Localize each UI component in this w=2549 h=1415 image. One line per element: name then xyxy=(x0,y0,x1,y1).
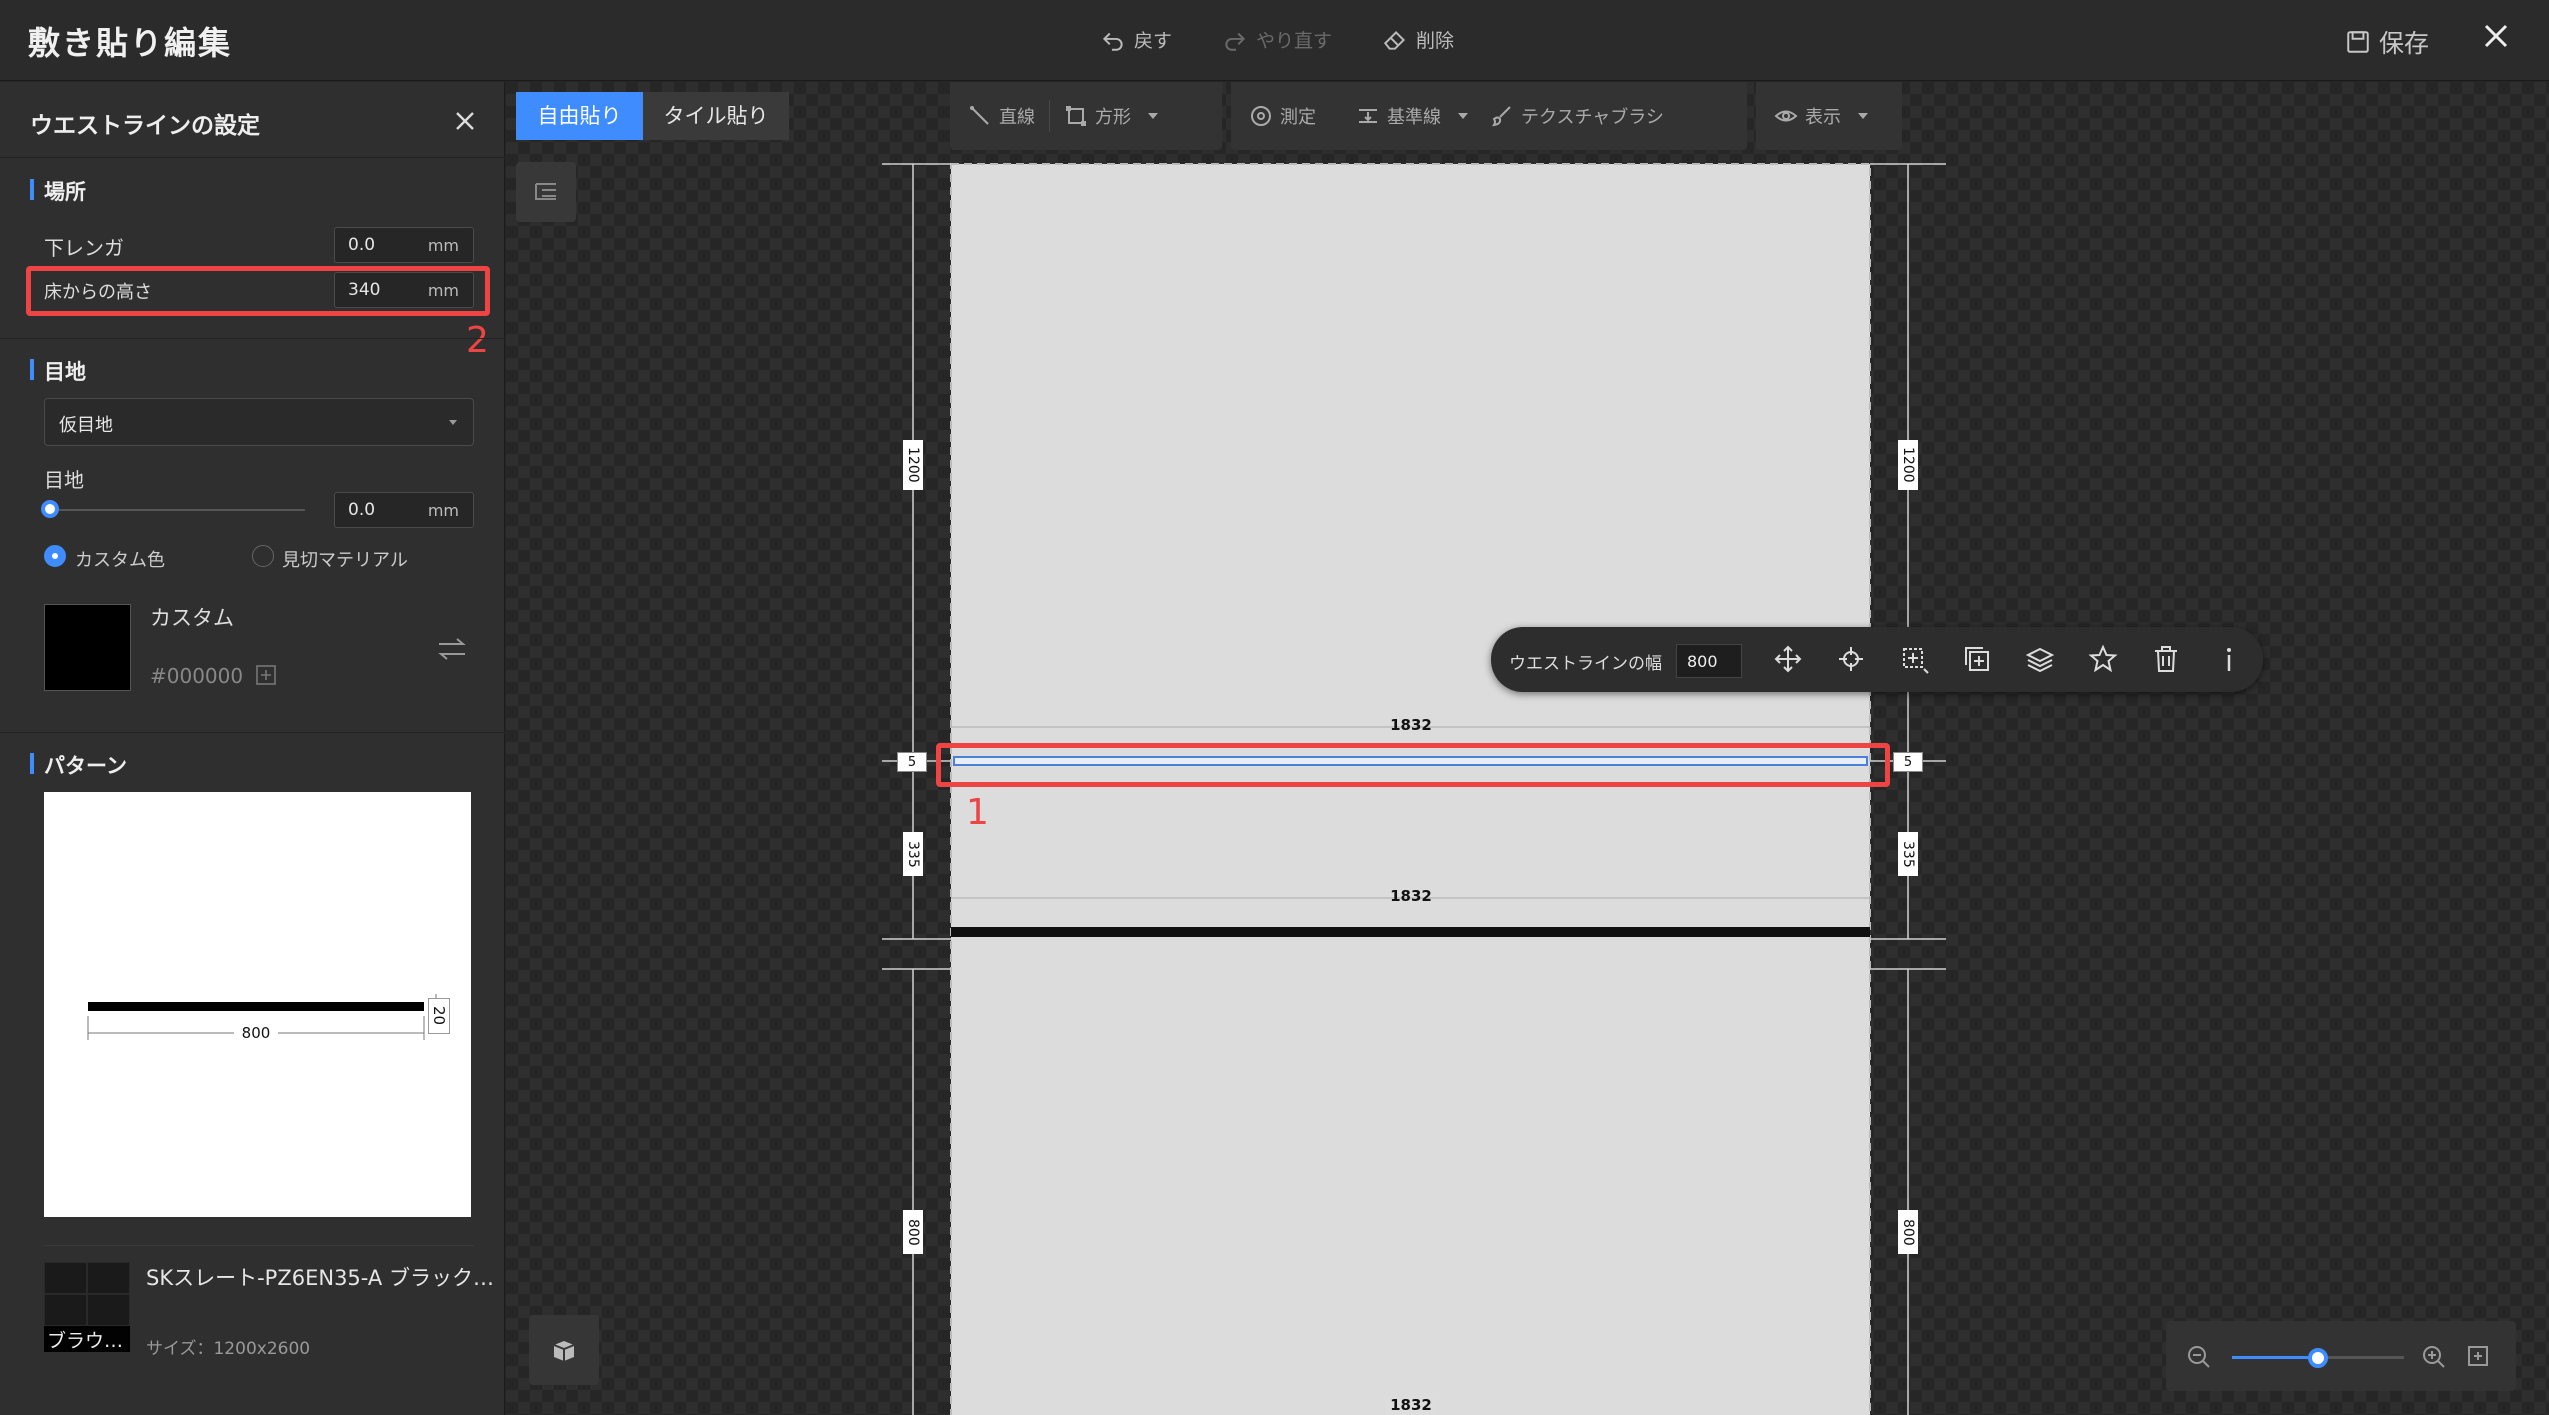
zoom-in-icon[interactable] xyxy=(2421,1344,2447,1370)
joint-type-select[interactable]: 仮目地 xyxy=(44,398,474,446)
joint-width-slider[interactable] xyxy=(50,509,305,511)
radio-trim-material[interactable] xyxy=(252,545,274,567)
dim-width-lower: 1832 xyxy=(1390,887,1432,905)
waistline-width-value: 800 xyxy=(1687,652,1718,671)
zoom-slider-knob[interactable] xyxy=(2308,1348,2328,1368)
material-size: サイズ：1200x2600 xyxy=(146,1339,311,1359)
waistline-settings-panel: ウエストラインの設定 場所 下レンガ 0.0 mm 床からの高さ 340 mm … xyxy=(0,82,505,1415)
cube-icon xyxy=(553,1341,575,1361)
dim-width-bottom: 1832 xyxy=(1386,1396,1436,1415)
annotation-marker-1: 1 xyxy=(966,792,989,833)
joint-width-slider-knob[interactable] xyxy=(41,500,59,518)
zoom-out-icon[interactable] xyxy=(2186,1344,2212,1370)
undo-icon xyxy=(1102,32,1123,51)
chevron-down-icon xyxy=(449,420,457,425)
star-icon[interactable] xyxy=(2087,643,2119,675)
annotation-box-2 xyxy=(26,266,490,316)
joint-width-label: 目地 xyxy=(44,468,84,492)
unit-label: mm xyxy=(427,236,459,255)
annotation-box-1 xyxy=(936,743,1890,787)
top-bar: 敷き貼り編集 戻す やり直す 削除 保存 xyxy=(0,0,2549,81)
waistline-context-bar: ウエストラインの幅 800 xyxy=(1491,627,2263,692)
move-icon[interactable] xyxy=(1772,643,1804,675)
undo-label: 戻す xyxy=(1134,30,1173,52)
close-icon[interactable] xyxy=(2478,18,2514,54)
eraser-icon xyxy=(1383,30,1406,50)
radio-custom-color-label: カスタム色 xyxy=(75,550,165,571)
swap-icon[interactable] xyxy=(436,635,468,663)
3d-view-button[interactable] xyxy=(529,1315,599,1385)
pattern-preview: 800 20 xyxy=(44,792,471,1217)
lower-brick-value: 0.0 xyxy=(348,235,376,255)
divider xyxy=(0,732,505,733)
divider xyxy=(44,1245,474,1246)
save-label: 保存 xyxy=(2379,29,2430,58)
radio-custom-color[interactable] xyxy=(44,545,66,567)
section-title-pattern: パターン xyxy=(30,750,127,780)
color-swatch[interactable] xyxy=(44,604,131,691)
zoom-controls xyxy=(2166,1321,2516,1391)
dim-top-right: 1200 xyxy=(1898,440,1918,490)
dim-top-left: 1200 xyxy=(903,440,923,490)
delete-button[interactable]: 削除 xyxy=(1382,26,1454,53)
zoom-slider-fill xyxy=(2232,1356,2318,1359)
waistline-width-input[interactable]: 800 xyxy=(1676,644,1742,678)
duplicate-icon[interactable] xyxy=(1961,643,1993,675)
dim-width-upper: 1832 xyxy=(1390,716,1432,734)
app-title: 敷き貼り編集 xyxy=(28,24,233,62)
material-thumbnail[interactable]: ブラウ… xyxy=(44,1262,130,1352)
pattern-width-dim: 800 xyxy=(234,1022,278,1044)
pattern-diagram xyxy=(87,994,437,1040)
history-actions: 戻す やり直す 削除 xyxy=(1100,26,1454,53)
panel-title: ウエストラインの設定 xyxy=(30,113,260,139)
undo-button[interactable]: 戻す xyxy=(1100,26,1172,53)
save-button[interactable]: 保存 xyxy=(2345,24,2429,60)
fit-screen-icon[interactable] xyxy=(2466,1344,2490,1368)
unit-label: mm xyxy=(427,501,459,520)
dim-gap-right: 5 xyxy=(1893,752,1923,772)
dim-bottom-left: 800 xyxy=(903,1210,923,1254)
info-icon[interactable] xyxy=(2213,643,2245,675)
lower-wall-area[interactable] xyxy=(951,936,1870,1415)
redo-label: やり直す xyxy=(1256,30,1333,52)
lower-brick-input[interactable]: 0.0 mm xyxy=(334,227,474,263)
trash-icon[interactable] xyxy=(2150,643,2182,675)
layers-icon[interactable] xyxy=(2024,643,2056,675)
joint-width-value: 0.0 xyxy=(348,500,376,520)
redo-button[interactable]: やり直す xyxy=(1222,26,1332,53)
joint-width-input[interactable]: 0.0 mm xyxy=(334,492,474,528)
crosshair-icon[interactable] xyxy=(1835,643,1867,675)
joint-band xyxy=(951,927,1870,937)
waistline-width-label: ウエストラインの幅 xyxy=(1509,654,1662,674)
divider xyxy=(0,338,505,339)
section-title-location: 場所 xyxy=(30,176,86,206)
joint-type-value: 仮目地 xyxy=(59,415,113,436)
radio-trim-material-label: 見切マテリアル xyxy=(282,550,408,571)
lower-brick-label: 下レンガ xyxy=(44,236,124,260)
dim-mid-right: 335 xyxy=(1898,832,1918,876)
delete-label: 削除 xyxy=(1416,30,1455,52)
panel-header: ウエストラインの設定 xyxy=(0,82,505,158)
align-icon[interactable] xyxy=(1898,643,1930,675)
material-thumb-caption: ブラウ… xyxy=(44,1326,130,1352)
panel-close-icon[interactable] xyxy=(452,108,478,134)
material-name: SKスレート-PZ6EN35-A ブラック… xyxy=(146,1266,494,1290)
pattern-strip xyxy=(88,1002,424,1011)
dim-mid-left: 335 xyxy=(903,832,923,876)
custom-color-name: カスタム xyxy=(150,606,234,630)
color-picker-icon[interactable] xyxy=(254,663,278,687)
dim-gap-left: 5 xyxy=(897,752,927,772)
tile-editor-app: 敷き貼り編集 戻す やり直す 削除 保存 ウエストラインの設定 場所 下レンガ … xyxy=(0,0,2549,1415)
drawing-canvas[interactable]: 自由貼り タイル貼り 直線 方形 測定 基準線 テクスチャブラシ 表示 1200… xyxy=(506,82,2549,1415)
zoom-slider-track[interactable] xyxy=(2318,1356,2404,1359)
annotation-marker-2: 2 xyxy=(466,320,489,361)
save-icon xyxy=(2347,31,2369,53)
redo-icon xyxy=(1225,32,1246,51)
custom-color-hex: #000000 xyxy=(150,664,244,688)
section-title-joint: 目地 xyxy=(30,356,86,386)
dim-bottom-right: 800 xyxy=(1898,1210,1918,1254)
pattern-height-dim: 20 xyxy=(428,998,450,1034)
